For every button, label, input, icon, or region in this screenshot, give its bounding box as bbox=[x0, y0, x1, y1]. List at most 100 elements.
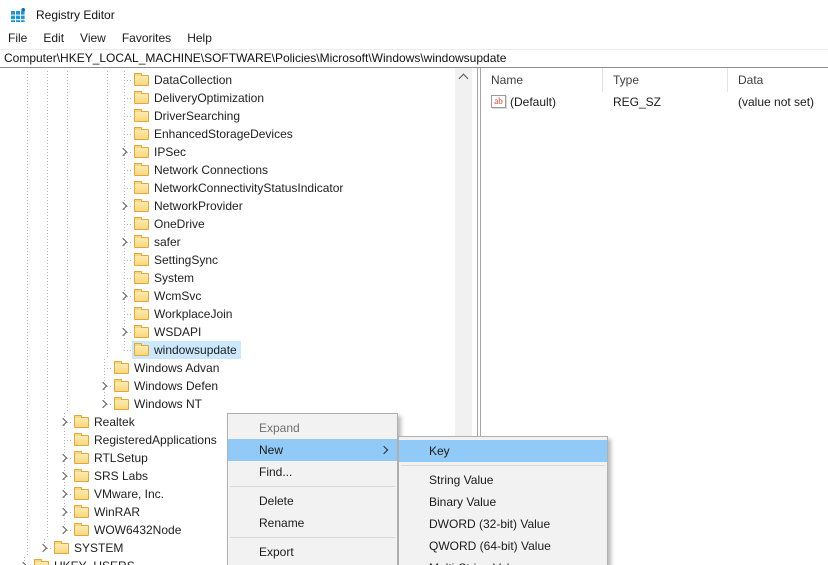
main-area: DataCollection DeliveryOptimization Driver… bbox=[0, 68, 828, 565]
tree-key[interactable]: WorkplaceJoin bbox=[132, 305, 236, 323]
expand-chevron-icon[interactable] bbox=[118, 197, 132, 215]
tree-item-wsdapi[interactable]: WSDAPI bbox=[0, 323, 455, 341]
tree-item-windows-advan[interactable]: Windows Advan bbox=[0, 359, 455, 377]
tree-key[interactable]: WcmSvc bbox=[132, 287, 205, 305]
expand-chevron-icon[interactable] bbox=[58, 449, 72, 467]
tree-guide-line bbox=[18, 107, 38, 125]
tree-key[interactable]: RegisteredApplications bbox=[72, 431, 221, 449]
tree-key[interactable]: DriverSearching bbox=[132, 107, 244, 125]
tree-item-ipsec[interactable]: IPSec bbox=[0, 143, 455, 161]
tree-item-label: WinRAR bbox=[94, 505, 141, 519]
submenu-item-binary-value[interactable]: Binary Value bbox=[399, 491, 607, 513]
tree-item-onedrive[interactable]: OneDrive bbox=[0, 215, 455, 233]
context-menu-item-export[interactable]: Export bbox=[228, 541, 397, 563]
submenu-item-dword-32-bit-value[interactable]: DWORD (32-bit) Value bbox=[399, 513, 607, 535]
tree-item-datacollection[interactable]: DataCollection bbox=[0, 71, 455, 89]
menu-help[interactable]: Help bbox=[179, 30, 220, 48]
submenu-item-key[interactable]: Key bbox=[399, 440, 607, 462]
menu-favorites[interactable]: Favorites bbox=[114, 30, 179, 48]
tree-item-deliveryoptimization[interactable]: DeliveryOptimization bbox=[0, 89, 455, 107]
tree-key[interactable]: DataCollection bbox=[132, 71, 236, 89]
tree-key[interactable]: Network Connections bbox=[132, 161, 272, 179]
tree-key[interactable]: OneDrive bbox=[132, 215, 209, 233]
expand-chevron-icon[interactable] bbox=[58, 503, 72, 521]
column-header-name[interactable]: Name bbox=[481, 68, 603, 92]
tree-key[interactable]: HKEY_USERS bbox=[32, 557, 139, 565]
tree-key[interactable]: NetworkProvider bbox=[132, 197, 247, 215]
context-menu-item-delete[interactable]: Delete bbox=[228, 490, 397, 512]
expand-chevron-icon[interactable] bbox=[58, 485, 72, 503]
expand-chevron-icon[interactable] bbox=[98, 395, 112, 413]
tree-key[interactable]: DeliveryOptimization bbox=[132, 89, 268, 107]
context-menu-item-rename[interactable]: Rename bbox=[228, 512, 397, 534]
tree-key[interactable]: SYSTEM bbox=[52, 539, 127, 557]
tree-key[interactable]: SRS Labs bbox=[72, 467, 152, 485]
tree-item-wcmsvc[interactable]: WcmSvc bbox=[0, 287, 455, 305]
column-header-data[interactable]: Data bbox=[728, 68, 828, 92]
tree-item-enhancedstoragedevices[interactable]: EnhancedStorageDevices bbox=[0, 125, 455, 143]
expand-chevron-icon[interactable] bbox=[118, 323, 132, 341]
submenu-item-multi-string-value[interactable]: Multi-String Value bbox=[399, 557, 607, 565]
tree-guide-line bbox=[78, 233, 98, 251]
tree-item-label: NetworkConnectivityStatusIndicator bbox=[154, 181, 344, 195]
menu-edit[interactable]: Edit bbox=[35, 30, 72, 48]
tree-key[interactable]: safer bbox=[132, 233, 185, 251]
tree-item-networkconnectivitystatusindicator[interactable]: NetworkConnectivityStatusIndicator bbox=[0, 179, 455, 197]
tree-key[interactable]: Windows Advan bbox=[112, 359, 223, 377]
tree-item-windows-defen[interactable]: Windows Defen bbox=[0, 377, 455, 395]
submenu-item-string-value[interactable]: String Value bbox=[399, 469, 607, 491]
expand-chevron-icon[interactable] bbox=[98, 377, 112, 395]
tree-item-driversearching[interactable]: DriverSearching bbox=[0, 107, 455, 125]
tree-guide-line bbox=[38, 251, 58, 269]
tree-item-workplacejoin[interactable]: WorkplaceJoin bbox=[0, 305, 455, 323]
context-menu-item-find[interactable]: Find... bbox=[228, 461, 397, 483]
tree-item-windows-nt[interactable]: Windows NT bbox=[0, 395, 455, 413]
tree-key[interactable]: SettingSync bbox=[132, 251, 222, 269]
tree-key[interactable]: VMware, Inc. bbox=[72, 485, 168, 503]
expand-chevron-icon[interactable] bbox=[58, 467, 72, 485]
menu-view[interactable]: View bbox=[72, 30, 114, 48]
menu-file[interactable]: File bbox=[0, 30, 35, 48]
tree-item-safer[interactable]: safer bbox=[0, 233, 455, 251]
tree-guide-line bbox=[38, 503, 58, 521]
scroll-up-button[interactable] bbox=[455, 68, 472, 85]
address-input[interactable] bbox=[0, 51, 828, 66]
expand-chevron-icon[interactable] bbox=[118, 287, 132, 305]
expand-chevron-icon[interactable] bbox=[118, 143, 132, 161]
expand-chevron-icon[interactable] bbox=[38, 539, 52, 557]
tree-item-networkprovider[interactable]: NetworkProvider bbox=[0, 197, 455, 215]
tree-item-system[interactable]: System bbox=[0, 269, 455, 287]
tree-guide-line bbox=[58, 143, 78, 161]
tree-guide-line bbox=[18, 89, 38, 107]
tree-guide-line bbox=[98, 341, 118, 359]
tree-key[interactable]: System bbox=[132, 269, 198, 287]
tree-item-windowsupdate[interactable]: windowsupdate bbox=[0, 341, 455, 359]
tree-item-label: SettingSync bbox=[154, 253, 219, 267]
tree-guide-line bbox=[58, 305, 78, 323]
expand-chevron-icon[interactable] bbox=[58, 521, 72, 539]
tree-key[interactable]: WSDAPI bbox=[132, 323, 205, 341]
tree-key[interactable]: Windows Defen bbox=[112, 377, 222, 395]
tree-key[interactable]: NetworkConnectivityStatusIndicator bbox=[132, 179, 347, 197]
value-type: REG_SZ bbox=[613, 94, 662, 109]
tree-key[interactable]: WOW6432Node bbox=[72, 521, 185, 539]
selected-key[interactable]: windowsupdate bbox=[132, 341, 241, 359]
tree-item-network-connections[interactable]: Network Connections bbox=[0, 161, 455, 179]
context-menu-item-new[interactable]: New bbox=[228, 439, 397, 461]
expand-chevron-icon[interactable] bbox=[58, 413, 72, 431]
tree-key[interactable]: WinRAR bbox=[72, 503, 144, 521]
tree-key[interactable]: IPSec bbox=[132, 143, 190, 161]
tree-item-label: windowsupdate bbox=[154, 343, 237, 357]
tree-connector bbox=[118, 107, 132, 125]
tree-key[interactable]: Windows NT bbox=[112, 395, 206, 413]
expand-chevron-icon[interactable] bbox=[18, 557, 32, 565]
submenu-item-qword-64-bit-value[interactable]: QWORD (64-bit) Value bbox=[399, 535, 607, 557]
tree-key[interactable]: RTLSetup bbox=[72, 449, 152, 467]
expand-chevron-icon[interactable] bbox=[118, 233, 132, 251]
tree-key[interactable]: EnhancedStorageDevices bbox=[132, 125, 297, 143]
column-header-type[interactable]: Type bbox=[603, 68, 728, 92]
folder-icon bbox=[134, 108, 149, 122]
tree-key[interactable]: Realtek bbox=[72, 413, 139, 431]
value-row-default[interactable]: ab (Default) REG_SZ (value not set) bbox=[481, 92, 828, 111]
tree-item-settingsync[interactable]: SettingSync bbox=[0, 251, 455, 269]
